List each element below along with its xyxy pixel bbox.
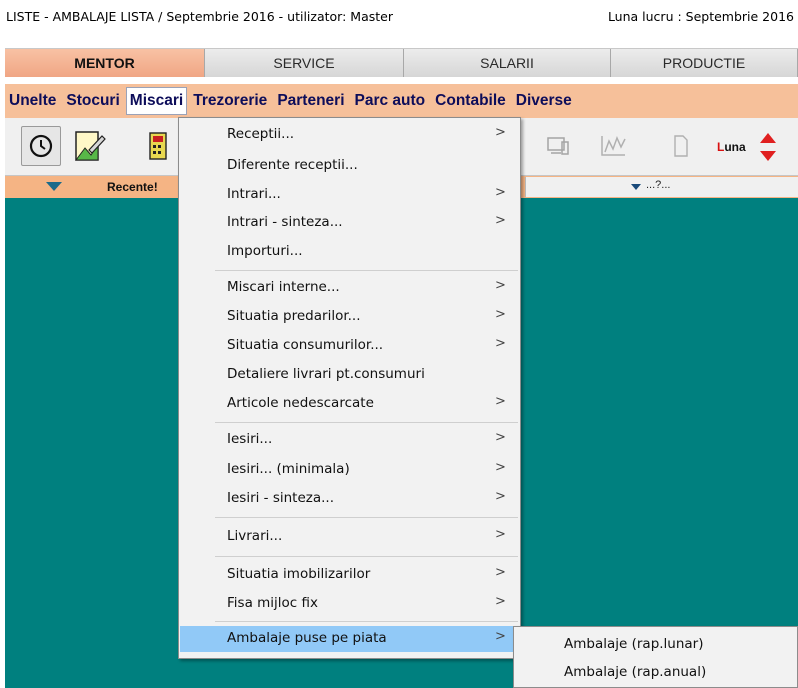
dd-situatia-imobilizarilor[interactable]: Situatia imobilizarilor > [180,562,519,586]
separator [215,556,518,557]
calculator-icon [149,132,167,160]
dd-miscari-interne[interactable]: Miscari interne... > [180,275,519,299]
spin-arrows-icon[interactable] [756,129,778,165]
menu-contabile[interactable]: Contabile [431,87,510,115]
search-field-text: ...?... [646,179,671,191]
dd-receptii[interactable]: Receptii... > [180,122,519,146]
search-field[interactable]: ...?... [525,177,798,197]
menu-parteneri[interactable]: Parteneri [273,87,348,115]
sub-ambalaje-rap-lunar[interactable]: Ambalaje (rap.lunar) [564,636,704,652]
recent-label[interactable]: Recente! [107,180,158,194]
dd-iesiri-sinteza[interactable]: Iesiri - sinteza... > [180,486,519,510]
window-title: LISTE - AMBALAJE LISTA / Septembrie 2016… [6,9,393,24]
working-month: Luna lucru : Septembrie 2016 [607,9,794,24]
dropdown-triangle-icon[interactable] [630,183,642,191]
dd-ambalaje-puse-pe-piata[interactable]: Ambalaje puse pe piata > [180,626,519,652]
computer-button[interactable] [538,126,578,166]
separator [215,422,518,423]
clock-icon [29,134,53,158]
dd-iesiri[interactable]: Iesiri... > [180,427,519,451]
dd-iesiri-minimala[interactable]: Iesiri... (minimala) > [180,457,519,481]
sub-ambalaje-rap-anual[interactable]: Ambalaje (rap.anual) [564,664,706,680]
calculator-button[interactable] [145,126,171,166]
dd-fisa-mijloc-fix[interactable]: Fisa mijloc fix > [180,591,519,615]
dd-intrari[interactable]: Intrari... > [180,182,519,206]
menu-miscari[interactable]: Miscari [125,87,188,115]
dropdown-triangle-icon[interactable] [45,181,63,192]
page-button[interactable] [671,126,691,166]
menu-stocuri[interactable]: Stocuri [62,87,123,115]
menu-unelte[interactable]: Unelte [5,87,60,115]
dd-detaliere-livrari[interactable]: Detaliere livrari pt.consumuri [180,362,519,386]
menu-trezorerie[interactable]: Trezorerie [189,87,271,115]
dd-situatia-predarilor[interactable]: Situatia predarilor... > [180,304,519,328]
module-tabs: MENTOR SERVICE SALARII PRODUCTIE [5,48,798,77]
menu-parc-auto[interactable]: Parc auto [351,87,430,115]
ambalaje-submenu: Ambalaje (rap.lunar) Ambalaje (rap.anual… [513,626,798,688]
luna-spinner[interactable]: Luna [717,129,798,165]
luna-label: Luna [717,140,746,154]
chart-button[interactable] [593,126,633,166]
chart-icon [601,135,626,156]
tab-productie[interactable]: PRODUCTIE [611,49,798,77]
computer-icon [547,137,569,155]
dd-livrari[interactable]: Livrari... > [180,524,519,548]
dd-intrari-sinteza[interactable]: Intrari - sinteza... > [180,210,519,234]
dd-articole-nedescarcate[interactable]: Articole nedescarcate > [180,391,519,415]
menu-diverse[interactable]: Diverse [512,87,576,115]
page-icon [674,135,688,157]
edit-document-icon [75,131,106,161]
separator [215,517,518,518]
miscari-dropdown: Receptii... > Diferente receptii... Intra… [178,117,521,659]
edit-document-button[interactable] [69,126,109,166]
dd-situatia-consumurilor[interactable]: Situatia consumurilor... > [180,333,519,357]
separator [215,621,518,622]
tab-service[interactable]: SERVICE [205,49,404,77]
separator [215,270,518,271]
dd-diferente-receptii[interactable]: Diferente receptii... [180,153,519,177]
title-bar: LISTE - AMBALAJE LISTA / Septembrie 2016… [0,0,798,34]
menu-bar: Unelte Stocuri Miscari Trezorerie Parten… [5,84,798,118]
clock-button[interactable] [21,126,61,166]
dd-importuri[interactable]: Importuri... [180,239,519,263]
tab-salarii[interactable]: SALARII [404,49,611,77]
tab-mentor[interactable]: MENTOR [5,49,205,77]
